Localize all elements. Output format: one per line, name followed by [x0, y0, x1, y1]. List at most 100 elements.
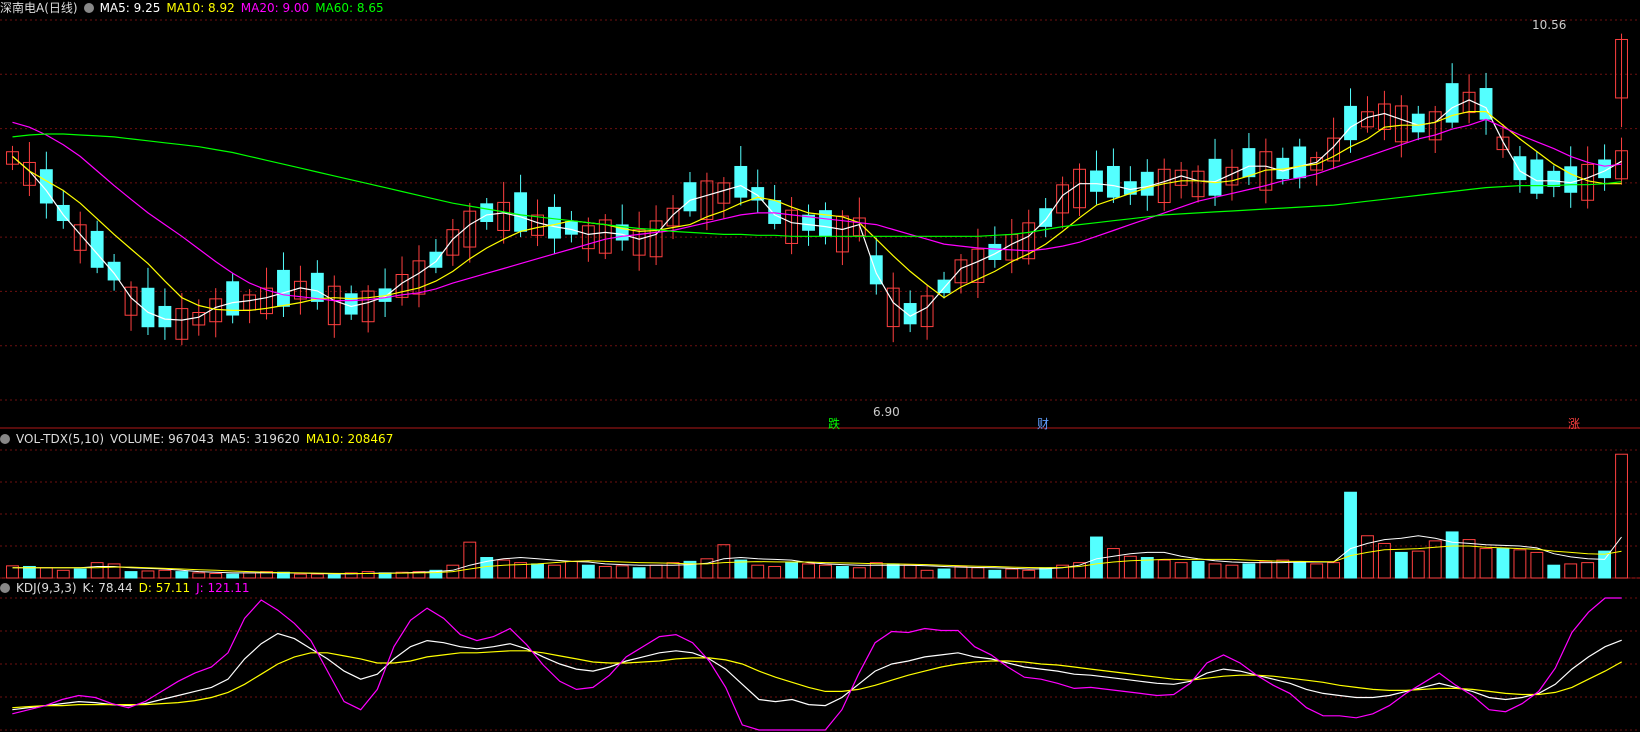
volume-bar	[1462, 539, 1476, 579]
volume-bar	[1259, 560, 1273, 579]
volume-bar	[564, 560, 578, 579]
volume-bar	[1547, 564, 1561, 579]
candle-body	[768, 200, 782, 224]
ma5-line	[12, 99, 1622, 321]
volume-bar	[903, 564, 917, 579]
candle-body	[1530, 159, 1544, 194]
kdj-indicator-name: KDJ(9,3,3)	[16, 581, 77, 595]
volume-bar	[1022, 569, 1036, 579]
volume-bar	[802, 563, 815, 579]
candle-body	[1513, 156, 1527, 181]
candle-body	[683, 182, 697, 212]
settings-dot-icon[interactable]	[0, 434, 10, 444]
volume-bar	[361, 571, 375, 579]
low-price-label: 6.90	[873, 405, 900, 419]
settings-dot-icon[interactable]	[83, 3, 94, 13]
kdj-d-line	[12, 650, 1622, 709]
volume-panel[interactable]	[6, 453, 1628, 579]
volume-bar	[1411, 550, 1425, 579]
candle-body	[480, 203, 494, 222]
ma20-value: MA20: 9.00	[240, 1, 310, 15]
volume-bar	[1496, 548, 1510, 579]
volume-bar	[1564, 563, 1578, 579]
volume-bar	[548, 564, 561, 579]
volume-bar	[73, 568, 87, 579]
volume-bar	[327, 574, 341, 579]
kdj-k-line	[12, 632, 1622, 711]
volume-bar	[632, 567, 646, 579]
vol-ma5-value: MA5: 319620	[219, 432, 300, 446]
volume-bar	[937, 568, 951, 579]
volume-bar	[124, 571, 138, 579]
candle-body	[344, 293, 358, 315]
volume-bar	[226, 573, 240, 579]
volume-bar	[598, 565, 612, 579]
volume-bar	[649, 564, 663, 579]
volume-bar	[1377, 542, 1391, 579]
kdj-j-value: J: 121.11	[196, 581, 250, 595]
volume-bar	[293, 573, 307, 579]
volume-bar	[717, 544, 731, 579]
volume-bar	[768, 565, 782, 579]
candle-body	[1090, 170, 1103, 192]
volume-bar	[1293, 562, 1307, 579]
volume-bar	[141, 570, 155, 579]
candle-body	[1106, 165, 1120, 198]
candle-body	[1564, 166, 1578, 193]
ma60-line	[12, 133, 1622, 237]
volume-bar	[852, 567, 866, 579]
volume-bar	[1581, 562, 1595, 579]
stock-chart[interactable]: 10.56 6.90 跌 财 涨	[0, 0, 1640, 732]
volume-bar	[819, 564, 832, 579]
volume-bar	[1615, 453, 1628, 579]
mark-down: 跌	[828, 416, 840, 431]
candle-body	[1140, 171, 1154, 196]
candle-body	[514, 192, 528, 232]
volume-bar	[954, 565, 968, 579]
mark-cai: 财	[1037, 417, 1049, 431]
kdj-d-value: D: 57.11	[138, 581, 191, 595]
volume-bar	[1242, 563, 1256, 579]
candle-body	[310, 272, 324, 302]
candle-body	[158, 305, 172, 328]
settings-dot-icon[interactable]	[0, 583, 10, 593]
volume-bar	[835, 565, 849, 579]
vol-ma10-value: MA10: 208467	[305, 432, 394, 446]
candle-body	[1547, 170, 1561, 187]
volume-bar	[1513, 549, 1527, 579]
volume-bar	[158, 569, 172, 579]
mark-up: 涨	[1568, 416, 1580, 431]
volume-bar	[1530, 551, 1544, 579]
ma60-value: MA60: 8.65	[315, 1, 384, 15]
candle-body	[1445, 83, 1459, 123]
volume-bar	[209, 573, 223, 579]
annotation-layer: 10.56 6.90 跌 财 涨	[828, 18, 1580, 431]
volume-bar	[1208, 563, 1222, 579]
volume-bar	[310, 573, 324, 579]
volume-bar	[1598, 550, 1612, 579]
candle-body	[1344, 105, 1357, 141]
candle-body	[1411, 113, 1425, 133]
vol-ma5-line	[12, 535, 1622, 575]
volume-bar	[1106, 548, 1120, 579]
volume-bar	[1479, 548, 1493, 579]
volume-bar	[1394, 551, 1408, 579]
volume-bar	[751, 564, 765, 579]
volume-bar	[1445, 531, 1459, 579]
volume-bar	[531, 563, 544, 579]
kdj-header: KDJ(9,3,3) K: 78.44 D: 57.11 J: 121.11	[0, 580, 255, 596]
stock-name: 深南电A(日线)	[0, 1, 78, 15]
price-panel[interactable]	[6, 33, 1628, 346]
kdj-k-value: K: 78.44	[82, 581, 133, 595]
volume-header: VOL-TDX(5,10) VOLUME: 967043 MA5: 319620 MA…	[0, 431, 399, 447]
volume-bar	[497, 559, 511, 579]
price-header: 深南电A(日线) MA5: 9.25 MA10: 8.92 MA20: 9.00 MA6…	[0, 0, 390, 16]
volume-value: VOLUME: 967043	[110, 432, 214, 446]
volume-bar	[463, 541, 477, 579]
volume-bar	[988, 569, 1002, 579]
candle-body	[734, 165, 748, 198]
volume-bar	[90, 562, 104, 579]
candle-body	[1208, 158, 1222, 196]
volume-bar	[56, 569, 70, 579]
volume-bar	[1225, 564, 1239, 579]
